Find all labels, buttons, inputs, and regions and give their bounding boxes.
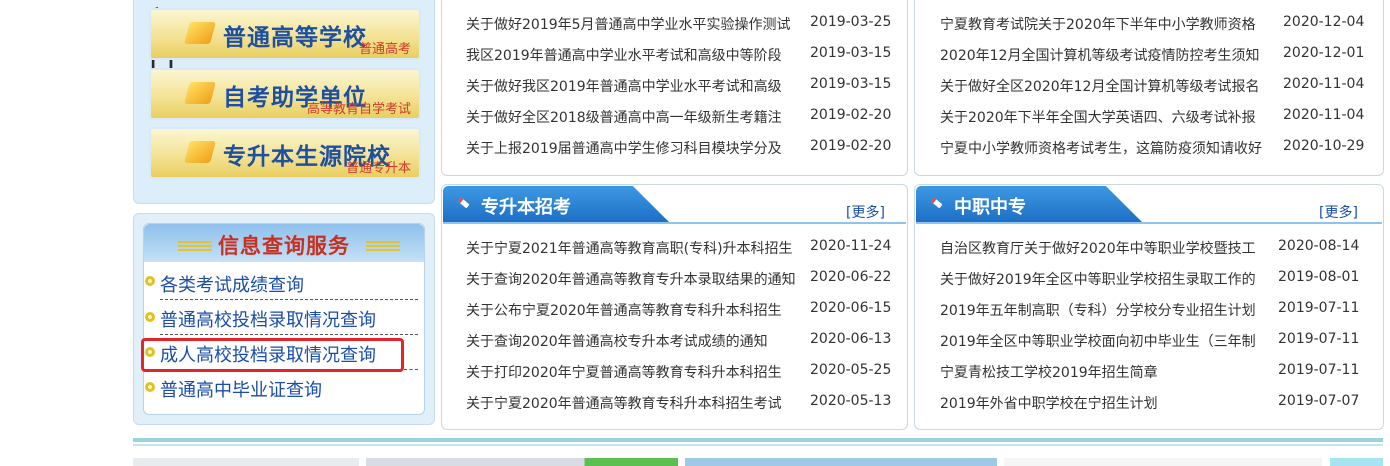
divider bbox=[160, 334, 418, 335]
news-date: 2019-02-20 bbox=[810, 138, 892, 154]
tab-zsb[interactable]: 专升本招考 bbox=[443, 186, 669, 222]
news-title[interactable]: 关于2020年下半年全国大学英语四、六级考试补报 bbox=[940, 107, 1277, 127]
query-link-exam-scores[interactable]: 各类考试成绩查询 bbox=[160, 274, 304, 298]
news-date: 2020-12-01 bbox=[1283, 45, 1365, 61]
news-title[interactable]: 关于查询2020年普通高校专升本考试成绩的通知 bbox=[466, 331, 803, 351]
pencil-icon bbox=[930, 197, 943, 208]
news-date: 2020-08-14 bbox=[1278, 238, 1360, 254]
banner-thumbnail[interactable] bbox=[1004, 458, 1322, 466]
book-icon bbox=[184, 22, 216, 44]
news-date: 2019-03-15 bbox=[810, 45, 892, 61]
portal-button-title: 普通高等学校 bbox=[223, 25, 367, 51]
news-date: 2020-06-13 bbox=[810, 331, 892, 347]
news-date: 2020-05-13 bbox=[810, 393, 892, 409]
query-link-regular-admission[interactable]: 普通高校投档录取情况查询 bbox=[160, 309, 376, 333]
news-title[interactable]: 关于宁夏2021年普通高等教育高职(专科)升本科招生 bbox=[466, 238, 803, 258]
yellow-dot-icon bbox=[145, 276, 155, 286]
news-date: 2019-03-15 bbox=[810, 76, 892, 92]
yellow-dot-icon bbox=[145, 382, 155, 392]
portal-button-upgrade[interactable]: 专升本生源院校 普通专升本 bbox=[149, 127, 421, 179]
news-title[interactable]: 关于打印2020年宁夏普通高等教育专科升本科招生 bbox=[466, 362, 803, 382]
portal-button-subtitle: 普通高考 bbox=[358, 42, 411, 57]
news-date: 2020-10-29 bbox=[1283, 138, 1365, 154]
news-date: 2020-05-25 bbox=[810, 362, 892, 378]
book-icon bbox=[184, 82, 216, 104]
news-title[interactable]: 我区2019年普通高中学业水平考试和高级中等阶段 bbox=[466, 45, 803, 65]
news-date: 2020-06-22 bbox=[810, 269, 892, 285]
panel-header: 专升本招考 [更多] bbox=[443, 186, 906, 224]
banner-thumbnail[interactable] bbox=[133, 458, 359, 466]
news-title[interactable]: 关于宁夏2020年普通高等教育专科升本科招生考试 bbox=[466, 393, 803, 413]
panel-header: 中职中专 [更多] bbox=[916, 186, 1382, 224]
book-icon bbox=[184, 141, 216, 163]
tab-title: 专升本招考 bbox=[481, 197, 571, 218]
news-title[interactable]: 2020年12月全国计算机等级考试疫情防控考生须知 bbox=[940, 45, 1277, 65]
footer-divider bbox=[133, 438, 1383, 442]
news-date: 2019-03-25 bbox=[810, 14, 892, 30]
news-date: 2019-07-11 bbox=[1278, 362, 1360, 378]
news-title[interactable]: 2019年外省中职学校在宁招生计划 bbox=[940, 393, 1277, 413]
tab-title: 中职中专 bbox=[954, 197, 1026, 218]
news-title[interactable]: 2019年全区中等职业学校面向初中毕业生（三年制 bbox=[940, 331, 1277, 351]
news-title[interactable]: 自治区教育厅关于做好2020年中等职业学校暨技工 bbox=[940, 238, 1277, 258]
banner-thumbnail[interactable] bbox=[685, 458, 997, 466]
news-date: 2019-08-01 bbox=[1278, 269, 1360, 285]
news-title[interactable]: 宁夏青松技工学校2019年招生简章 bbox=[940, 362, 1277, 382]
portal-button-subtitle: 普通专升本 bbox=[345, 161, 411, 176]
pencil-icon bbox=[457, 197, 470, 208]
news-title[interactable]: 关于做好全区2020年12月全国计算机等级考试报名 bbox=[940, 76, 1277, 96]
news-title[interactable]: 关于做好全区2018级普通高中高一年级新生考籍注 bbox=[466, 107, 803, 127]
news-date: 2019-02-20 bbox=[810, 107, 892, 123]
news-title[interactable]: 关于上报2019届普通高中学生修习科目模块学分及 bbox=[466, 138, 803, 158]
banner-thumbnail[interactable] bbox=[366, 458, 678, 466]
news-title[interactable]: 宁夏教育考试院关于2020年下半年中小学教师资格 bbox=[940, 14, 1277, 34]
tab-zz[interactable]: 中职中专 bbox=[916, 186, 1142, 222]
news-title[interactable]: 关于查询2020年普通高等教育专升本录取结果的通知 bbox=[466, 269, 803, 289]
news-title[interactable]: 宁夏中小学教师资格考试考生，这篇防疫须知请收好 bbox=[940, 138, 1277, 158]
news-date: 2020-12-04 bbox=[1283, 14, 1365, 30]
news-date: 2020-11-24 bbox=[810, 238, 892, 254]
news-title[interactable]: 关于做好我区2019年普通高中学业水平考试和高级 bbox=[466, 76, 803, 96]
news-title[interactable]: 关于做好2019年5月普通高中学业水平实验操作测试 bbox=[466, 14, 803, 34]
news-date: 2020-11-04 bbox=[1283, 76, 1365, 92]
divider bbox=[404, 369, 418, 370]
news-title[interactable]: 2019年五年制高职（专科）分学校分专业招生计划 bbox=[940, 300, 1277, 320]
news-title[interactable]: 关于公布宁夏2020年普通高等教育专科升本科招生 bbox=[466, 300, 803, 320]
news-date: 2020-11-04 bbox=[1283, 107, 1365, 123]
portal-button-self-study[interactable]: 自考助学单位 高等教育自学考试 bbox=[149, 68, 421, 120]
more-link[interactable]: [更多] bbox=[846, 202, 885, 222]
divider bbox=[160, 299, 418, 300]
news-date: 2019-07-11 bbox=[1278, 300, 1360, 316]
highlight-box bbox=[141, 338, 404, 372]
news-date: 2019-07-11 bbox=[1278, 331, 1360, 347]
news-date: 2019-07-07 bbox=[1278, 393, 1360, 409]
portal-button-university[interactable]: 普通高等学校 普通高考 bbox=[149, 8, 421, 60]
portal-button-subtitle: 高等教育自学考试 bbox=[306, 102, 411, 117]
footer-divider bbox=[133, 444, 1383, 446]
more-link[interactable]: [更多] bbox=[1319, 202, 1358, 222]
banner-thumbnail[interactable] bbox=[1330, 458, 1383, 466]
query-link-diploma[interactable]: 普通高中毕业证查询 bbox=[160, 379, 322, 403]
yellow-dot-icon bbox=[145, 312, 155, 322]
news-date: 2020-06-15 bbox=[810, 300, 892, 316]
news-title[interactable]: 关于做好2019年全区中等职业学校招生录取工作的 bbox=[940, 269, 1277, 289]
